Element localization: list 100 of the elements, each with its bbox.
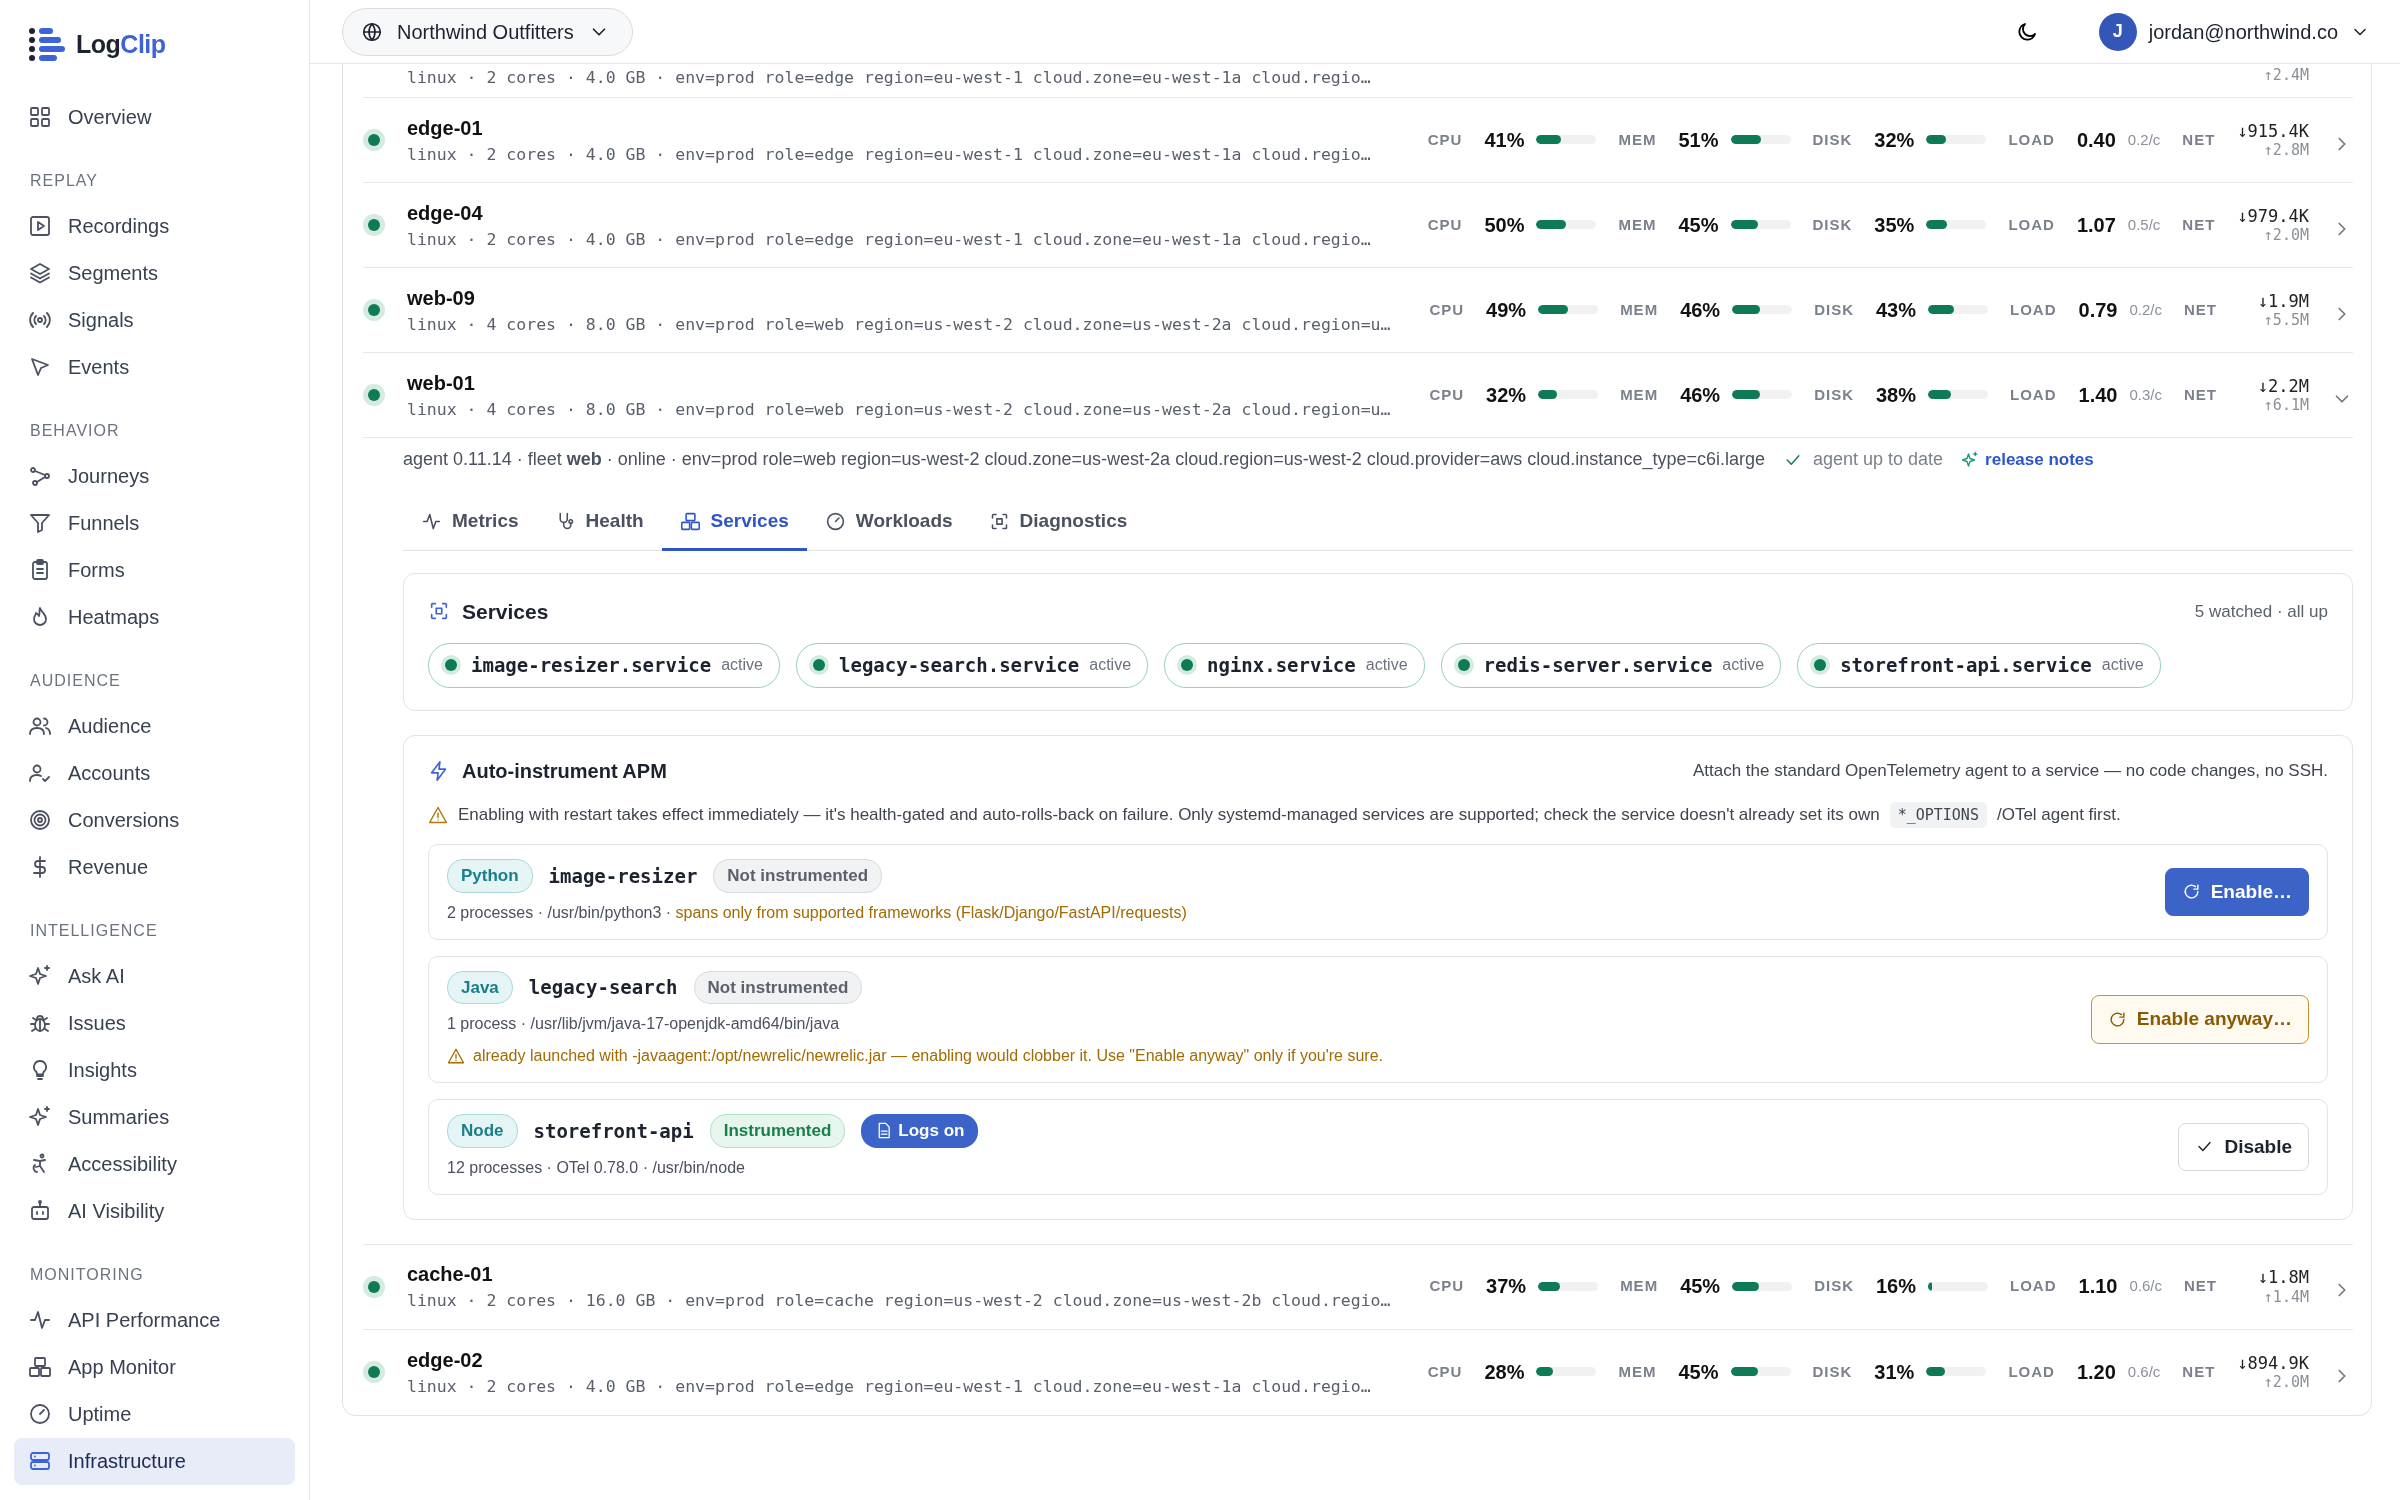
service-name: storefront-api: [533, 1118, 694, 1144]
metric-label: DISK: [1812, 1361, 1853, 1382]
section-heading: BEHAVIOR: [29, 420, 121, 441]
sidebar-item[interactable]: Accessibility: [14, 1140, 295, 1188]
sidebar-item[interactable]: Events: [14, 343, 295, 391]
metric-label: MEM: [1618, 129, 1657, 150]
metric-value: 46%: [1680, 383, 1721, 408]
net-down: ↓2.2M: [2257, 375, 2309, 397]
sidebar-item[interactable]: Recordings: [14, 202, 295, 250]
tab[interactable]: Services: [661, 495, 807, 551]
tab[interactable]: Workloads: [806, 495, 971, 551]
metric-value: 0.79: [2078, 298, 2118, 323]
metric-value: 50%: [1484, 213, 1525, 238]
metric-label: NET: [2184, 384, 2217, 405]
sidebar-item[interactable]: Forms: [14, 546, 295, 594]
action-button[interactable]: Enable anyway…: [2090, 995, 2309, 1044]
metric-label: MEM: [1620, 299, 1659, 320]
sidebar-item[interactable]: Segments: [14, 249, 295, 297]
metric-label: LOAD: [2008, 1361, 2055, 1382]
sidebar-item[interactable]: Funnels: [14, 499, 295, 547]
sidebar-item[interactable]: Revenue: [14, 843, 295, 891]
metric-value: 37%: [1486, 1274, 1527, 1300]
host-meta: linux · 2 cores · 16.0 GB · env=prod role=cache region=us-west-2 cloud.zone=us-west-2b cloud.regio…: [407, 1290, 1391, 1313]
server-icon: [28, 1449, 52, 1473]
status-dot: [441, 655, 461, 676]
service-name: legacy-search.service: [839, 653, 1080, 678]
metric-label: LOAD: [2010, 299, 2057, 320]
sidebar-item[interactable]: Infrastructure: [14, 1437, 295, 1485]
language-badge: Node: [447, 1114, 518, 1148]
tab[interactable]: Health: [536, 495, 662, 551]
process-info: 1 process · /usr/lib/jvm/java-17-openjdk-amd64/bin/java: [447, 1014, 841, 1034]
metric-value: 35%: [1874, 213, 1915, 238]
sidebar-item[interactable]: Conversions: [14, 796, 295, 844]
per-core-load: 0.2/c: [2127, 129, 2161, 150]
metric-value: 31%: [1874, 1360, 1915, 1385]
status-dot: [809, 655, 829, 676]
robot-icon: [28, 1199, 52, 1223]
section-heading: AUDIENCE: [29, 670, 122, 691]
host-name: edge-02: [407, 1347, 484, 1373]
service-name: image-resizer.service: [471, 653, 712, 678]
sidebar-item[interactable]: Summaries: [14, 1093, 295, 1141]
metric-value: 43%: [1876, 298, 1917, 323]
gauge-icon: [28, 1402, 52, 1426]
status-dot: [1177, 655, 1198, 676]
process-info: 12 processes · OTel 0.78.0 · /usr/bin/node: [447, 1157, 746, 1178]
metric-label: LOAD: [2010, 1276, 2057, 1297]
sidebar-item[interactable]: App Monitor: [14, 1343, 295, 1391]
metric-label: DISK: [1812, 214, 1853, 235]
gauge-icon: [824, 510, 846, 532]
sidebar-item[interactable]: Accounts: [14, 749, 295, 797]
refresh-icon: [2181, 882, 2201, 902]
status-dot: [1453, 655, 1474, 676]
sidebar-item[interactable]: API Performance: [14, 1296, 295, 1344]
sidebar-item[interactable]: Ask AI: [14, 952, 295, 1000]
section-heading: MONITORING: [29, 1264, 145, 1285]
metric-value: 41%: [1484, 128, 1525, 153]
warning-text: /OTel agent first.: [1996, 804, 2121, 826]
agent-status: agent up to date: [1813, 448, 1944, 471]
tab[interactable]: Metrics: [403, 495, 537, 551]
layers-icon: [28, 261, 52, 285]
metric-value: 0.40: [2076, 128, 2116, 153]
cubes-icon: [679, 510, 701, 532]
action-button[interactable]: Enable…: [2164, 867, 2309, 916]
sidebar-item[interactable]: AI Visibility: [14, 1187, 295, 1235]
sidebar-item[interactable]: Signals: [14, 296, 295, 344]
section-heading: INTELLIGENCE: [29, 920, 159, 941]
status-dot: [1810, 655, 1831, 676]
net-up: ↑2.8M: [2263, 141, 2309, 160]
service-status: active: [1722, 655, 1765, 676]
play-icon: [28, 214, 52, 238]
user-menu[interactable]: J jordan@northwind.co: [2098, 12, 2370, 51]
sidebar-item[interactable]: Uptime: [14, 1390, 295, 1438]
service-status: active: [1365, 655, 1408, 676]
sidebar-item[interactable]: Audience: [14, 702, 295, 750]
release-notes-link[interactable]: release notes: [1961, 446, 2094, 473]
agent-info: agent 0.11.14 · fleet web · online · env=prod role=web region=us-west-2 cloud.zone=us-west-2a cloud.region=us-west-2 cloud.provider=aws cloud.instance_type=c6i.large: [403, 448, 1765, 472]
sidebar-item[interactable]: Overview: [14, 93, 295, 141]
metric-value: 45%: [1680, 1274, 1721, 1300]
process-info: 2 processes · /usr/bin/python3 · spans only from supported frameworks (Flask/Django/FastAPI/requests): [447, 902, 1188, 923]
metric-label: CPU: [1429, 299, 1465, 320]
metric-value: 49%: [1486, 298, 1527, 323]
sidebar-item[interactable]: Journeys: [14, 452, 295, 500]
sidebar-item[interactable]: Heatmaps: [14, 593, 295, 641]
tab[interactable]: Diagnostics: [970, 495, 1146, 551]
net-up: ↑2.0M: [2263, 226, 2309, 245]
warning-text: already launched with -javaagent:/opt/newrelic/newrelic.jar — enabling would clobber it. Use "Enable anyway" only if you're sure.: [473, 1046, 1383, 1066]
metric-label: LOAD: [2008, 129, 2055, 150]
metric-label: CPU: [1427, 214, 1463, 235]
metric-value: 32%: [1874, 128, 1915, 153]
org-selector[interactable]: Northwind Outfitters: [342, 7, 633, 56]
sidebar-item[interactable]: Insights: [14, 1046, 295, 1094]
globe-icon: [361, 20, 383, 43]
service-name: image-resizer: [548, 863, 698, 889]
metric-value: 45%: [1678, 213, 1719, 238]
service-status: active: [2101, 655, 2144, 676]
net-down: ↓915.4K: [2237, 120, 2309, 142]
nodes-icon: [28, 464, 52, 488]
sidebar-item[interactable]: Issues: [14, 999, 295, 1047]
action-button[interactable]: Disable: [2178, 1122, 2309, 1171]
sparkle-icon: [28, 1105, 52, 1129]
